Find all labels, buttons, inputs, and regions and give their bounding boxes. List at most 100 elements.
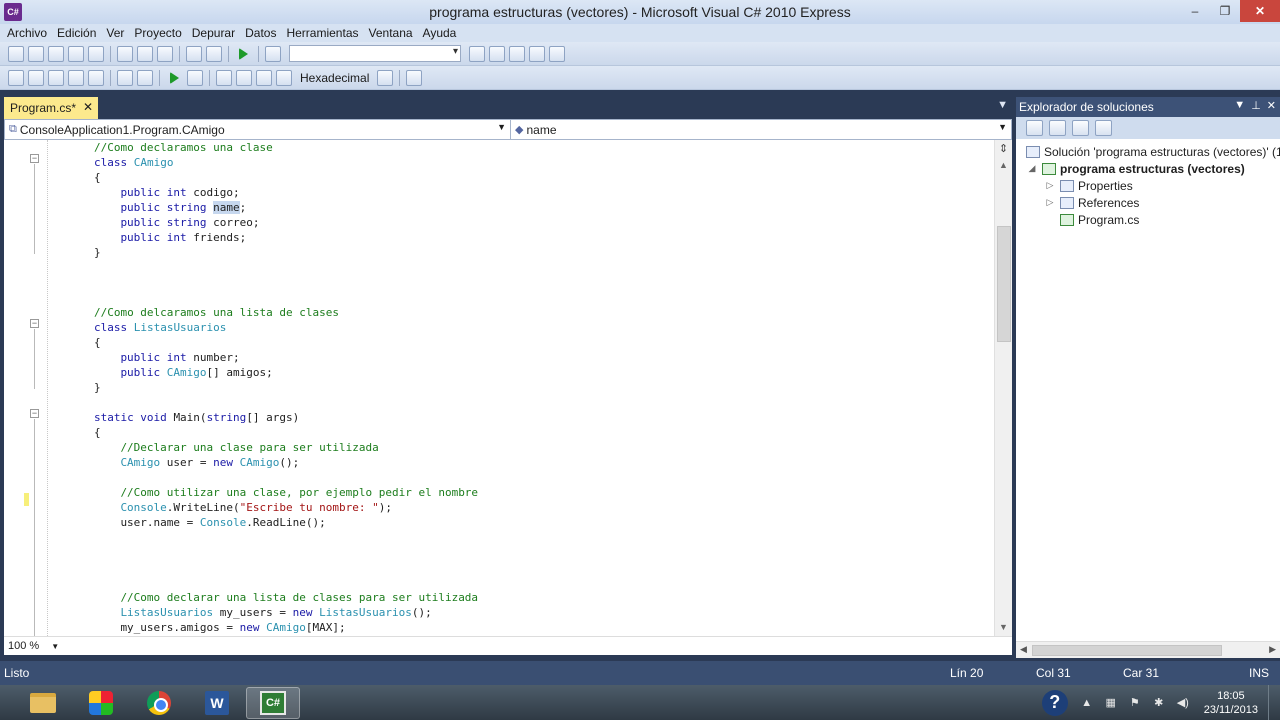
code-line[interactable]: my_users.amigos = new CAmigo[MAX];: [120, 620, 345, 635]
action-center-icon[interactable]: ⚑: [1128, 696, 1142, 710]
code-line[interactable]: //Declarar una clase para ser utilizada: [120, 440, 378, 455]
explorer-folder-icon[interactable]: [16, 687, 70, 719]
start-debugging-icon[interactable]: [239, 47, 248, 60]
object-browser-icon[interactable]: [529, 45, 545, 62]
network-icon[interactable]: ▦: [1104, 696, 1118, 710]
code-line[interactable]: ListasUsuarios my_users = new ListasUsua…: [120, 605, 431, 620]
close-tab-icon[interactable]: ✕: [83, 100, 93, 114]
show-next-statement-icon[interactable]: [216, 69, 232, 86]
step-icon[interactable]: [28, 69, 44, 86]
split-icon[interactable]: ⇕: [997, 142, 1010, 156]
code-line[interactable]: class ListasUsuarios: [94, 320, 226, 335]
scroll-down-icon[interactable]: ▼: [999, 622, 1008, 632]
horizontal-scrollbar[interactable]: ◀ ▶: [1016, 641, 1280, 658]
scroll-left-icon[interactable]: ◀: [1020, 644, 1027, 655]
hexadecimal-button[interactable]: Hexadecimal: [300, 71, 369, 85]
show-desktop-button[interactable]: [1268, 685, 1280, 720]
tree-item[interactable]: ◢ programa estructuras (vectores): [1026, 160, 1245, 177]
stop-debugging-icon[interactable]: [187, 69, 203, 86]
menu-ayuda[interactable]: Ayuda: [418, 26, 462, 40]
outdent-icon[interactable]: [88, 69, 104, 86]
code-line[interactable]: static void Main(string[] args): [94, 410, 299, 425]
code-line[interactable]: {: [94, 335, 101, 350]
code-line[interactable]: public string correo;: [120, 215, 259, 230]
scroll-up-icon[interactable]: ▲: [999, 160, 1008, 170]
menu-datos[interactable]: Datos: [240, 26, 281, 40]
paste-icon[interactable]: [157, 45, 173, 62]
add-item-icon[interactable]: [28, 45, 44, 62]
tree-item[interactable]: Program.cs: [1044, 211, 1139, 228]
code-line[interactable]: //Como delcaramos una lista de clases: [94, 305, 339, 320]
tree-item[interactable]: ▷ References: [1044, 194, 1140, 211]
chevron-down-icon[interactable]: ▼: [51, 642, 59, 651]
collapse-toggle[interactable]: −: [30, 319, 39, 328]
zoom-level[interactable]: 100 %: [8, 640, 39, 652]
undo-icon[interactable]: [186, 45, 202, 62]
save-icon[interactable]: [68, 45, 84, 62]
cut-icon[interactable]: [117, 45, 133, 62]
code-editor[interactable]: − − − //Como declaramos una clase class C…: [4, 140, 994, 636]
menu-ver[interactable]: Ver: [101, 26, 129, 40]
word-icon[interactable]: W: [190, 687, 244, 719]
help-icon[interactable]: ?: [1041, 689, 1068, 716]
find-combo[interactable]: [289, 45, 461, 62]
step-into-icon[interactable]: [236, 69, 252, 86]
collapse-toggle[interactable]: −: [30, 154, 39, 163]
redo-icon[interactable]: [206, 45, 222, 62]
close-button[interactable]: ✕: [1240, 0, 1280, 22]
refresh-icon[interactable]: [1072, 120, 1089, 136]
code-line[interactable]: }: [94, 245, 101, 260]
code-line[interactable]: //Como declarar una lista de clases para…: [120, 590, 478, 605]
sync-icon[interactable]: ✱: [1152, 696, 1166, 710]
code-line[interactable]: public int number;: [120, 350, 239, 365]
step-out-icon[interactable]: [276, 69, 292, 86]
menu-proyecto[interactable]: Proyecto: [129, 26, 186, 40]
find-in-files-icon[interactable]: [265, 45, 281, 62]
collapse-toggle[interactable]: −: [30, 409, 39, 418]
continue-icon[interactable]: [170, 71, 179, 84]
chrome-icon[interactable]: [132, 687, 186, 719]
uncomment-icon[interactable]: [137, 69, 153, 86]
tree-item[interactable]: Solución 'programa estructuras (vectores…: [1026, 143, 1280, 160]
scroll-thumb[interactable]: [997, 226, 1011, 342]
clock[interactable]: 18:05 23/11/2013: [1204, 689, 1258, 717]
breakpoints-window-icon[interactable]: [406, 69, 423, 86]
properties-icon[interactable]: [1026, 120, 1043, 136]
code-line[interactable]: CAmigo user = new CAmigo();: [120, 455, 299, 470]
code-line[interactable]: Console.WriteLine("Escribe tu nombre: ")…: [120, 500, 392, 515]
menu-ventana[interactable]: Ventana: [364, 26, 418, 40]
code-line[interactable]: public string name;: [120, 200, 246, 215]
toolbox-icon[interactable]: [549, 45, 565, 62]
new-project-icon[interactable]: [8, 45, 24, 62]
expand-arrow-icon[interactable]: ▷: [1044, 180, 1056, 191]
member-combo[interactable]: ◆ name ▼: [511, 120, 1011, 139]
restore-button[interactable]: ❐: [1210, 0, 1240, 22]
show-all-files-icon[interactable]: [1049, 120, 1066, 136]
scroll-thumb[interactable]: [1032, 645, 1222, 656]
breakpoint-icon[interactable]: [8, 69, 24, 86]
expand-arrow-icon[interactable]: ▷: [1044, 197, 1056, 208]
quick-info-icon[interactable]: [48, 69, 64, 86]
code-line[interactable]: {: [94, 425, 101, 440]
code-line[interactable]: public int friends;: [120, 230, 246, 245]
panel-menu-icon[interactable]: ▼: [1234, 99, 1245, 112]
visual-csharp-icon[interactable]: C#: [246, 687, 300, 719]
visual-csharp-app-icon[interactable]: C#: [4, 3, 22, 21]
properties-window-icon[interactable]: [509, 45, 525, 62]
paint-icon[interactable]: [74, 687, 128, 719]
tray-arrow-icon[interactable]: ▲: [1080, 696, 1094, 710]
menu-edicion[interactable]: Edición: [52, 26, 101, 40]
code-line[interactable]: {: [94, 170, 101, 185]
solution-explorer-icon[interactable]: [489, 45, 505, 62]
code-line[interactable]: class CAmigo: [94, 155, 174, 170]
type-combo[interactable]: ⧉ ConsoleApplication1.Program.CAmigo ▼: [5, 120, 511, 139]
copy-icon[interactable]: [137, 45, 153, 62]
tab-list-dropdown-icon[interactable]: ▼: [997, 99, 1008, 111]
view-class-diagram-icon[interactable]: [1095, 120, 1112, 136]
find-icon[interactable]: [469, 45, 485, 62]
menu-herramientas[interactable]: Herramientas: [281, 26, 363, 40]
minimize-button[interactable]: –: [1180, 0, 1210, 22]
menu-depurar[interactable]: Depurar: [187, 26, 240, 40]
volume-icon[interactable]: ◀): [1176, 696, 1190, 710]
step-over-icon[interactable]: [256, 69, 272, 86]
